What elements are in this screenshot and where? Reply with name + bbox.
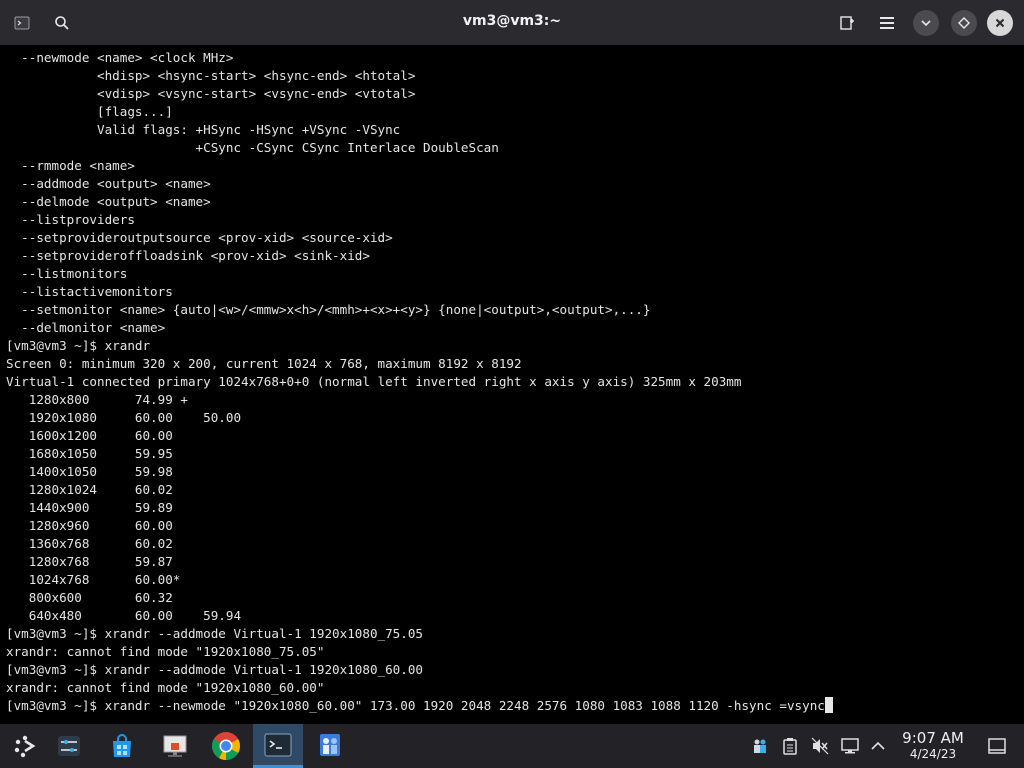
terminal-line: [vm3@vm3 ~]$ xrandr --addmode Virtual-1 …	[6, 662, 424, 677]
terminal-line: 1440x900 59.89	[6, 500, 173, 515]
tray-expand-icon[interactable]	[868, 736, 888, 756]
terminal-line: +CSync -CSync CSync Interlace DoubleScan	[6, 140, 499, 155]
chrome-icon[interactable]	[201, 724, 251, 768]
window-title: vm3@vm3:~	[462, 13, 562, 29]
clock-time: 9:07 AM	[902, 729, 964, 747]
terminal-line: [vm3@vm3 ~]$ xrandr	[6, 338, 151, 353]
system-settings-icon[interactable]	[44, 724, 94, 768]
terminal-line: --setmonitor <name> {auto|<w>/<mmw>x<h>/…	[6, 302, 651, 317]
terminal-line: Valid flags: +HSync -HSync +VSync -VSync	[6, 122, 401, 137]
new-tab-icon[interactable]	[833, 9, 861, 37]
terminal-line: --listmonitors	[6, 266, 128, 281]
terminal-line: 640x480 60.00 59.94	[6, 608, 242, 623]
terminal-line: --listactivemonitors	[6, 284, 173, 299]
terminal-line: 1280x800 74.99 +	[6, 392, 188, 407]
terminal-lines: --newmode <name> <clock MHz> <hdisp> <hs…	[6, 49, 833, 715]
terminal-line: 1680x1050 59.95	[6, 446, 173, 461]
clipboard-icon[interactable]	[780, 736, 800, 756]
file-manager-icon[interactable]	[150, 724, 200, 768]
terminal-line: 1280x768 59.87	[6, 554, 173, 569]
system-clock[interactable]: 9:07 AM 4/24/23	[895, 729, 971, 762]
show-desktop-icon[interactable]	[987, 736, 1007, 756]
terminal-line: 1280x1024 60.02	[6, 482, 173, 497]
close-icon[interactable]	[987, 10, 1013, 36]
clock-date: 4/24/23	[909, 747, 957, 761]
terminal-line: <vdisp> <vsync-start> <vsync-end> <vtota…	[6, 86, 416, 101]
terminal-prompt-line[interactable]: [vm3@vm3 ~]$ xrandr --newmode "1920x1080…	[6, 697, 833, 715]
network-app-icon[interactable]	[750, 736, 770, 756]
software-store-icon[interactable]	[97, 724, 147, 768]
terminal-line: 1024x768 60.00*	[6, 572, 181, 587]
minimize-icon[interactable]	[913, 10, 939, 36]
terminal-line: --delmonitor <name>	[6, 320, 166, 335]
app-launcher-icon[interactable]	[0, 724, 50, 768]
terminal-line: --listproviders	[6, 212, 135, 227]
terminal-line: [flags...]	[6, 104, 173, 119]
terminal-line: xrandr: cannot find mode "1920x1080_60.0…	[6, 680, 325, 695]
terminal-output[interactable]: --newmode <name> <clock MHz> <hdisp> <hs…	[0, 45, 1024, 724]
terminal-line: --setprovideroffloadsink <prov-xid> <sin…	[6, 248, 370, 263]
display-icon[interactable]	[840, 736, 860, 756]
taskbar: 9:07 AM 4/24/23	[0, 724, 1024, 768]
terminal-line: 1920x1080 60.00 50.00	[6, 410, 242, 425]
terminal-line: --rmmode <name>	[6, 158, 135, 173]
terminal-line: 1400x1050 59.98	[6, 464, 173, 479]
volume-muted-icon[interactable]	[810, 736, 830, 756]
terminal-line: 1600x1200 60.00	[6, 428, 173, 443]
remote-desktop-icon[interactable]	[305, 724, 355, 768]
terminal-line: xrandr: cannot find mode "1920x1080_75.0…	[6, 644, 325, 659]
terminal-line: 1360x768 60.02	[6, 536, 173, 551]
hamburger-menu-icon[interactable]	[873, 9, 901, 37]
maximize-icon[interactable]	[951, 10, 977, 36]
prompt-input-text[interactable]: [vm3@vm3 ~]$ xrandr --newmode "1920x1080…	[6, 698, 825, 713]
terminal-line: --addmode <output> <name>	[6, 176, 211, 191]
title-bar: vm3@vm3:~	[0, 0, 1024, 45]
terminal-line: --setprovideroutputsource <prov-xid> <so…	[6, 230, 393, 245]
terminal-line: Screen 0: minimum 320 x 200, current 102…	[6, 356, 522, 371]
terminal-line: 800x600 60.32	[6, 590, 173, 605]
terminal-line: 1280x960 60.00	[6, 518, 173, 533]
terminal-line: Virtual-1 connected primary 1024x768+0+0…	[6, 374, 742, 389]
terminal-line: [vm3@vm3 ~]$ xrandr --addmode Virtual-1 …	[6, 626, 424, 641]
terminal-line: <hdisp> <hsync-start> <hsync-end> <htota…	[6, 68, 416, 83]
terminal-line: --newmode <name> <clock MHz>	[6, 50, 234, 65]
text-cursor	[824, 697, 833, 713]
terminal-icon[interactable]	[253, 724, 303, 768]
terminal-line: --delmode <output> <name>	[6, 194, 211, 209]
